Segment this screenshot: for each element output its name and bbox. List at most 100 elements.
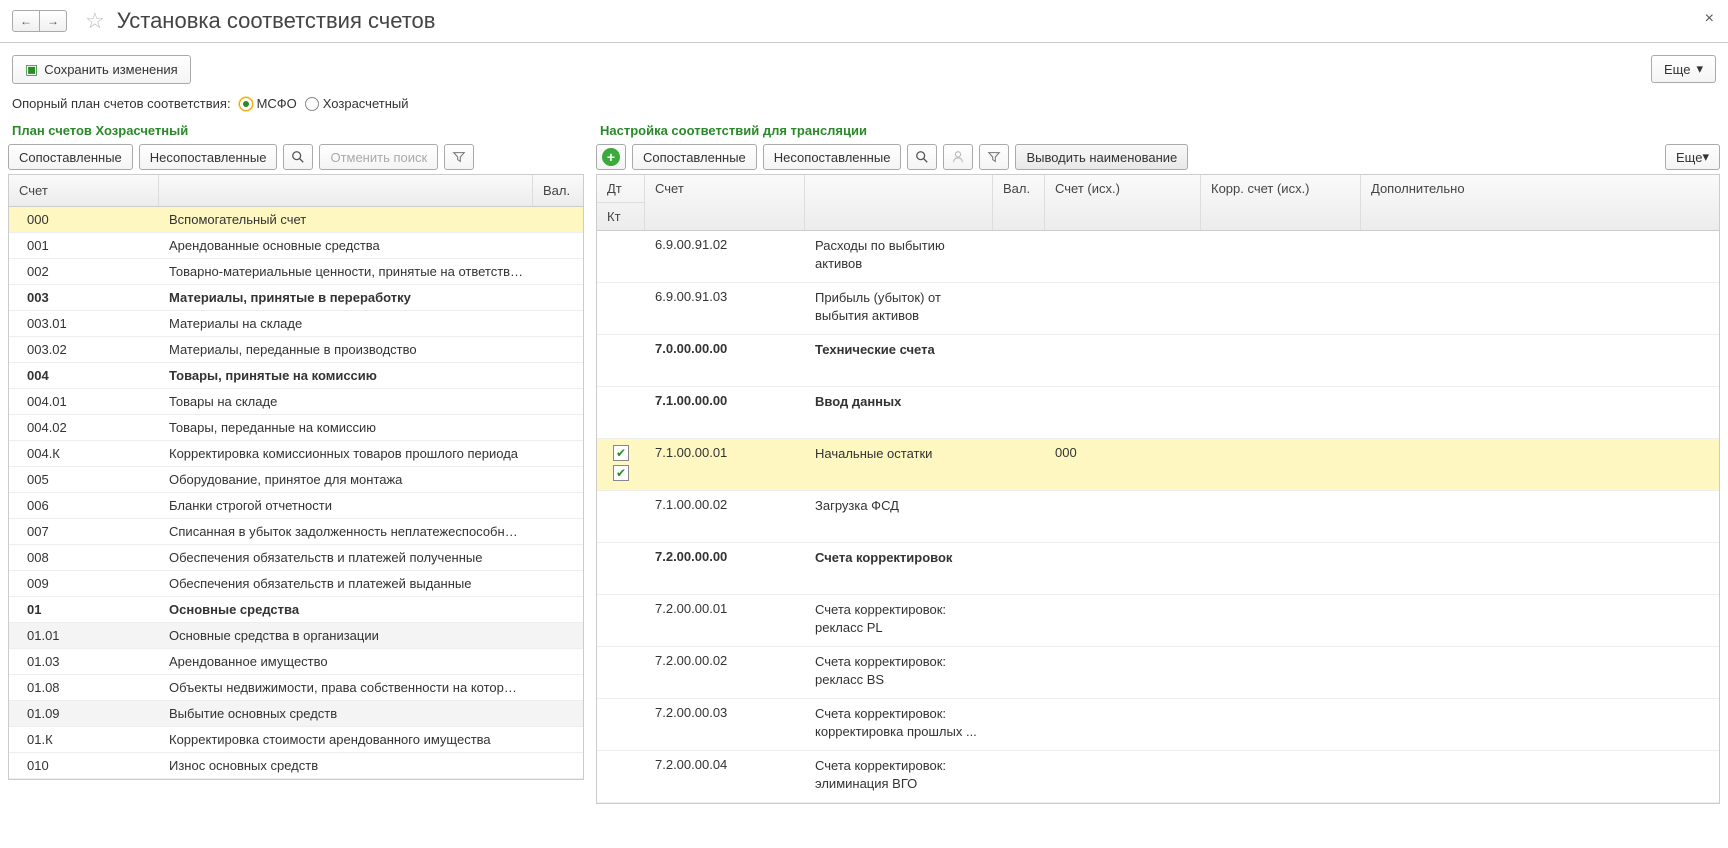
table-row[interactable]: 7.2.00.00.02Счета корректировок: рекласс…	[597, 647, 1719, 699]
cell-acct: 7.1.00.00.01	[645, 439, 805, 466]
col-src[interactable]: Счет (исх.)	[1045, 175, 1201, 202]
col-extra[interactable]: Дополнительно	[1361, 175, 1719, 202]
cell-code: 003	[9, 285, 159, 310]
favorite-icon[interactable]: ☆	[85, 8, 105, 34]
cell-val	[993, 231, 1045, 243]
table-row[interactable]: 01Основные средства	[9, 597, 583, 623]
close-button[interactable]: ×	[1705, 10, 1714, 28]
table-row[interactable]: 004.01Товары на складе	[9, 389, 583, 415]
cell-corr	[1201, 699, 1361, 711]
cell-src	[1045, 595, 1201, 607]
cell-dtkt	[597, 647, 645, 659]
radio-hozraschet[interactable]: Хозрасчетный	[305, 96, 409, 111]
table-row[interactable]: 01.09Выбытие основных средств	[9, 701, 583, 727]
table-row[interactable]: 006Бланки строгой отчетности	[9, 493, 583, 519]
cell-acct: 6.9.00.91.02	[645, 231, 805, 258]
cell-name: Корректировка комиссионных товаров прошл…	[159, 441, 533, 466]
filter-button[interactable]	[444, 144, 474, 170]
table-row[interactable]: 010Износ основных средств	[9, 753, 583, 779]
radio-selected-icon	[239, 97, 253, 111]
nav-forward-button[interactable]: →	[39, 10, 67, 32]
search-button[interactable]	[283, 144, 313, 170]
more-label: Еще	[1664, 62, 1690, 77]
cell-val	[533, 761, 583, 771]
table-row[interactable]: 005Оборудование, принятое для монтажа	[9, 467, 583, 493]
cell-name: Товарно-материальные ценности, принятые …	[159, 259, 533, 284]
more-button-right[interactable]: Еще ▾	[1665, 144, 1720, 170]
table-row[interactable]: 01.01Основные средства в организации	[9, 623, 583, 649]
cell-val	[533, 683, 583, 693]
cell-dtkt	[597, 595, 645, 607]
table-row[interactable]: 7.1.00.00.02Загрузка ФСД	[597, 491, 1719, 543]
checkbox-dt[interactable]: ✔	[613, 445, 629, 461]
table-row[interactable]: 7.0.00.00.00Технические счета	[597, 335, 1719, 387]
cell-val	[533, 319, 583, 329]
cell-val	[533, 215, 583, 225]
table-row[interactable]: 001Арендованные основные средства	[9, 233, 583, 259]
table-row[interactable]: 6.9.00.91.03Прибыль (убыток) от выбытия …	[597, 283, 1719, 335]
table-row[interactable]: 003Материалы, принятые в переработку	[9, 285, 583, 311]
cell-src	[1045, 387, 1201, 399]
cell-name: Товары, принятые на комиссию	[159, 363, 533, 388]
table-row[interactable]: 003.01Материалы на складе	[9, 311, 583, 337]
cell-name: Товары, переданные на комиссию	[159, 415, 533, 440]
table-row[interactable]: 004.ККорректировка комиссионных товаров …	[9, 441, 583, 467]
table-row[interactable]: 004.02Товары, переданные на комиссию	[9, 415, 583, 441]
table-row[interactable]: 01.08Объекты недвижимости, права собстве…	[9, 675, 583, 701]
output-name-button[interactable]: Выводить наименование	[1015, 144, 1188, 170]
table-row[interactable]: 000Вспомогательный счет	[9, 207, 583, 233]
unmatched-button[interactable]: Несопоставленные	[139, 144, 278, 170]
cell-corr	[1201, 231, 1361, 243]
cell-code: 000	[9, 207, 159, 232]
col-corr[interactable]: Корр. счет (исх.)	[1201, 175, 1361, 202]
col-kt[interactable]: Кт	[597, 202, 645, 230]
checkbox-kt[interactable]: ✔	[613, 465, 629, 481]
add-button[interactable]: +	[596, 144, 626, 170]
table-row[interactable]: 004Товары, принятые на комиссию	[9, 363, 583, 389]
col-name[interactable]	[159, 175, 533, 206]
table-row[interactable]: 01.ККорректировка стоимости арендованног…	[9, 727, 583, 753]
radio-hozraschet-label: Хозрасчетный	[323, 96, 409, 111]
matched-button[interactable]: Сопоставленные	[8, 144, 133, 170]
table-row[interactable]: 7.1.00.00.00Ввод данных	[597, 387, 1719, 439]
search-button-r[interactable]	[907, 144, 937, 170]
left-panel-title: План счетов Хозрасчетный	[8, 121, 584, 144]
table-row[interactable]: 6.9.00.91.02Расходы по выбытию активов	[597, 231, 1719, 283]
table-row[interactable]: ✔✔7.1.00.00.01Начальные остатки000	[597, 439, 1719, 491]
table-row[interactable]: 7.2.00.00.03Счета корректировок: коррект…	[597, 699, 1719, 751]
table-row[interactable]: 009Обеспечения обязательств и платежей в…	[9, 571, 583, 597]
edit-button	[943, 144, 973, 170]
cell-code: 008	[9, 545, 159, 570]
cell-acct: 7.1.00.00.00	[645, 387, 805, 414]
radio-msfo[interactable]: МСФО	[239, 96, 297, 111]
col-acct[interactable]: Счет	[645, 175, 805, 202]
col-desc[interactable]	[805, 175, 993, 202]
search-icon	[291, 150, 305, 164]
filter-button-r[interactable]	[979, 144, 1009, 170]
table-row[interactable]: 008Обеспечения обязательств и платежей п…	[9, 545, 583, 571]
cell-val	[993, 699, 1045, 711]
cell-name: Износ основных средств	[159, 753, 533, 778]
col-code[interactable]: Счет	[9, 175, 159, 206]
table-row[interactable]: 7.2.00.00.04Счета корректировок: элимина…	[597, 751, 1719, 803]
col-val-r[interactable]: Вал.	[993, 175, 1045, 202]
table-row[interactable]: 01.03Арендованное имущество	[9, 649, 583, 675]
unmatched-button-r[interactable]: Несопоставленные	[763, 144, 902, 170]
table-row[interactable]: 003.02Материалы, переданные в производст…	[9, 337, 583, 363]
cell-extra	[1361, 387, 1719, 399]
save-changes-button[interactable]: ▣ Сохранить изменения	[12, 55, 191, 84]
cell-val	[993, 647, 1045, 659]
table-row[interactable]: 7.2.00.00.00Счета корректировок	[597, 543, 1719, 595]
more-button-top[interactable]: Еще ▾	[1651, 55, 1716, 83]
cell-desc: Счета корректировок: корректировка прошл…	[805, 699, 993, 746]
cell-val	[533, 527, 583, 537]
col-dt[interactable]: Дт	[597, 175, 645, 202]
cell-name: Товары на складе	[159, 389, 533, 414]
table-row[interactable]: 007Списанная в убыток задолженность непл…	[9, 519, 583, 545]
nav-back-button[interactable]: ←	[12, 10, 40, 32]
table-row[interactable]: 7.2.00.00.01Счета корректировок: рекласс…	[597, 595, 1719, 647]
matched-button-r[interactable]: Сопоставленные	[632, 144, 757, 170]
table-row[interactable]: 002Товарно-материальные ценности, принят…	[9, 259, 583, 285]
cell-desc: Счета корректировок	[805, 543, 993, 573]
col-val[interactable]: Вал.	[533, 175, 583, 206]
